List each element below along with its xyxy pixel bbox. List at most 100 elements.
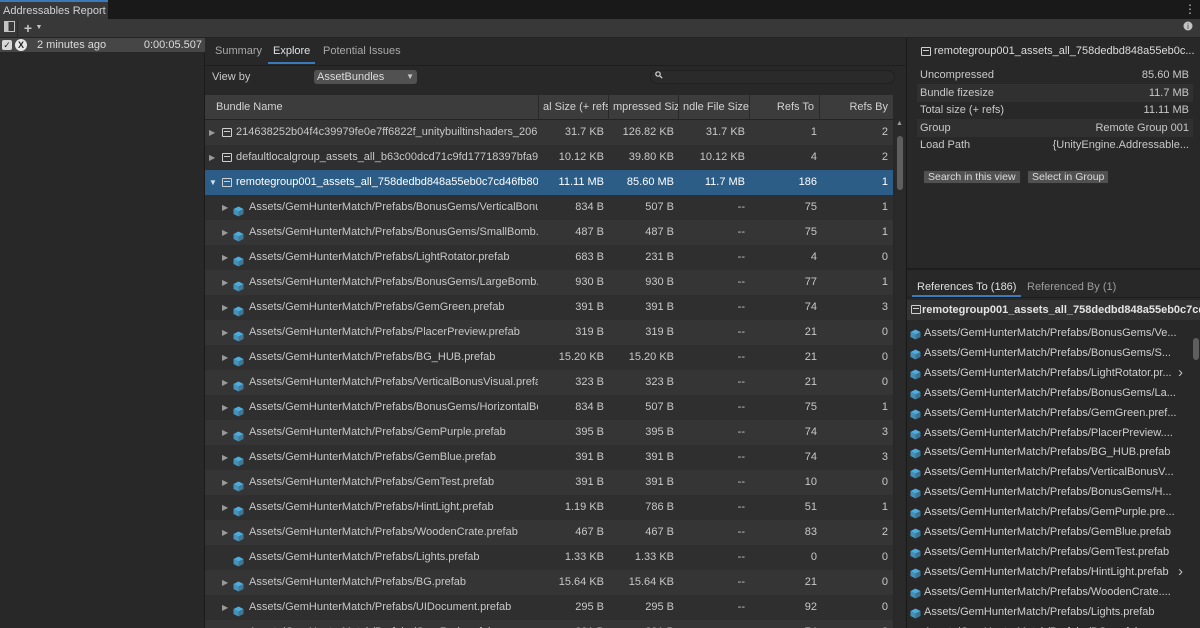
expand-arrow-right-icon[interactable]: ▶ xyxy=(209,145,215,170)
asset-row[interactable]: ▶ Assets/GemHunterMatch/Prefabs/BG_HUB.pr… xyxy=(205,345,893,370)
asset-row[interactable]: ▶ Assets/GemHunterMatch/Prefabs/GemGreen.… xyxy=(205,295,893,320)
expand-arrow-right-icon[interactable]: ▶ xyxy=(222,420,228,445)
tab-summary[interactable]: Summary xyxy=(210,44,267,64)
reference-list-item[interactable]: Assets/GemHunterMatch/Prefabs/VerticalBo… xyxy=(907,462,1189,482)
reference-list-item[interactable]: Assets/GemHunterMatch/Prefabs/PlacerPrev… xyxy=(907,423,1189,443)
sidebar-toggle-icon[interactable] xyxy=(2,21,16,35)
column-bundle-name[interactable]: Bundle Name xyxy=(205,95,539,120)
asset-row[interactable]: ▶ Assets/GemHunterMatch/Prefabs/HintLight… xyxy=(205,495,893,520)
tab-explore[interactable]: Explore xyxy=(268,44,316,64)
cell-name: Assets/GemHunterMatch/Prefabs/LightRotat… xyxy=(249,251,510,263)
chevron-right-icon[interactable]: › xyxy=(1178,562,1183,582)
cell-refs-to: 75 xyxy=(804,226,817,238)
reference-list-item[interactable]: Assets/GemHunterMatch/Prefabs/HintLight.… xyxy=(907,562,1189,582)
search-in-view-button[interactable]: Search in this view xyxy=(923,170,1021,184)
reference-list-item[interactable]: Assets/GemHunterMatch/Prefabs/LightRotat… xyxy=(907,363,1189,383)
asset-row[interactable]: Assets/GemHunterMatch/Prefabs/Lights.pre… xyxy=(205,545,893,570)
report-list-item[interactable]: ✓ X 2 minutes ago 0:00:05.507 xyxy=(0,38,205,52)
cell-refs-by: 1 xyxy=(881,201,888,213)
report-checkbox[interactable]: ✓ xyxy=(2,40,12,50)
expand-arrow-right-icon[interactable]: ▶ xyxy=(209,120,215,145)
reference-list-item[interactable]: Assets/GemHunterMatch/Prefabs/BG.prefab xyxy=(907,622,1189,628)
expand-arrow-right-icon[interactable]: ▶ xyxy=(222,195,228,220)
cell-refs-by: 2 xyxy=(881,526,888,538)
column-uncompressed-size[interactable]: mpressed Size xyxy=(609,95,679,120)
reference-list-item[interactable]: Assets/GemHunterMatch/Prefabs/GemBlue.pr… xyxy=(907,522,1189,542)
cell-uncompressed-size: 487 B xyxy=(645,226,674,238)
asset-row[interactable]: ▶ Assets/GemHunterMatch/Prefabs/VerticalB… xyxy=(205,370,893,395)
expand-arrow-right-icon[interactable]: ▶ xyxy=(222,445,228,470)
asset-row[interactable]: ▶ Assets/GemHunterMatch/Prefabs/BonusGems… xyxy=(205,270,893,295)
expand-arrow-right-icon[interactable]: ▶ xyxy=(222,395,228,420)
reference-list-item[interactable]: Assets/GemHunterMatch/Prefabs/BonusGems/… xyxy=(907,383,1189,403)
search-input[interactable] xyxy=(650,70,895,84)
expand-arrow-right-icon[interactable]: ▶ xyxy=(222,245,228,270)
add-dropdown-arrow-icon[interactable]: ▼ xyxy=(32,21,46,35)
asset-row[interactable]: ▶ Assets/GemHunterMatch/Prefabs/GemRed.pr… xyxy=(205,620,893,628)
report-time-ago: 2 minutes ago xyxy=(37,39,107,51)
expand-arrow-right-icon[interactable]: ▶ xyxy=(222,620,228,628)
tab-referenced-by[interactable]: Referenced By (1) xyxy=(1022,279,1121,297)
reference-list-item[interactable]: Assets/GemHunterMatch/Prefabs/BonusGems/… xyxy=(907,343,1189,363)
cell-name: 214638252b04f4c39979fe0e7ff6822f_unitybu… xyxy=(236,126,538,138)
view-by-dropdown[interactable]: AssetBundles ▼ xyxy=(314,70,417,84)
reference-list-item[interactable]: Assets/GemHunterMatch/Prefabs/GemGreen.p… xyxy=(907,403,1189,423)
help-icon[interactable]: i xyxy=(1181,21,1195,35)
reference-list-item[interactable]: Assets/GemHunterMatch/Prefabs/BonusGems/… xyxy=(907,482,1189,502)
scroll-up-arrow-icon[interactable]: ▲ xyxy=(896,120,903,127)
expand-arrow-right-icon[interactable]: ▶ xyxy=(222,520,228,545)
bundle-row[interactable]: ▶ defaultlocalgroup_assets_all_b63c00dcd7… xyxy=(205,145,893,170)
select-in-group-button[interactable]: Select in Group xyxy=(1027,170,1110,184)
reference-list-item[interactable]: Assets/GemHunterMatch/Prefabs/WoodenCrat… xyxy=(907,582,1189,602)
asset-row[interactable]: ▶ Assets/GemHunterMatch/Prefabs/GemBlue.p… xyxy=(205,445,893,470)
chevron-right-icon[interactable]: › xyxy=(1178,363,1183,383)
reference-list-item[interactable]: Assets/GemHunterMatch/Prefabs/GemTest.pr… xyxy=(907,542,1189,562)
kebab-menu-icon[interactable]: ⋮ xyxy=(1184,2,1196,16)
expand-arrow-right-icon[interactable]: ▶ xyxy=(222,595,228,620)
table-scrollbar-thumb[interactable] xyxy=(897,136,903,190)
table-scrollbar[interactable]: ▲ xyxy=(895,120,905,628)
expand-arrow-right-icon[interactable]: ▶ xyxy=(222,495,228,520)
asset-row[interactable]: ▶ Assets/GemHunterMatch/Prefabs/UIDocumen… xyxy=(205,595,893,620)
reference-list-item[interactable]: Assets/GemHunterMatch/Prefabs/BG_HUB.pre… xyxy=(907,442,1189,462)
expand-arrow-right-icon[interactable]: ▶ xyxy=(222,295,228,320)
reference-list-item[interactable]: Assets/GemHunterMatch/Prefabs/Lights.pre… xyxy=(907,602,1189,622)
cell-refs-to: 51 xyxy=(804,501,817,513)
column-bundle-file-size[interactable]: ndle File Size xyxy=(679,95,750,120)
detail-row-group: Group Remote Group 001 xyxy=(917,119,1193,137)
expand-arrow-down-icon[interactable]: ▼ xyxy=(209,170,217,195)
expand-arrow-right-icon[interactable]: ▶ xyxy=(222,470,228,495)
references-list: Assets/GemHunterMatch/Prefabs/BonusGems/… xyxy=(907,323,1191,628)
reference-tab-divider xyxy=(907,297,1200,298)
asset-row[interactable]: ▶ Assets/GemHunterMatch/Prefabs/PlacerPre… xyxy=(205,320,893,345)
cell-name: Assets/GemHunterMatch/Prefabs/GemPurple.… xyxy=(249,426,506,438)
close-circle-icon: X xyxy=(15,39,27,51)
column-refs-by[interactable]: Refs By xyxy=(820,95,893,120)
asset-row[interactable]: ▶ Assets/GemHunterMatch/Prefabs/WoodenCra… xyxy=(205,520,893,545)
references-scrollbar[interactable] xyxy=(1191,335,1200,628)
expand-arrow-right-icon[interactable]: ▶ xyxy=(222,270,228,295)
tab-potential-issues[interactable]: Potential Issues xyxy=(318,44,406,64)
asset-row[interactable]: ▶ Assets/GemHunterMatch/Prefabs/BG.prefab… xyxy=(205,570,893,595)
expand-arrow-right-icon[interactable]: ▶ xyxy=(222,370,228,395)
expand-arrow-right-icon[interactable]: ▶ xyxy=(222,345,228,370)
reference-list-item[interactable]: Assets/GemHunterMatch/Prefabs/BonusGems/… xyxy=(907,323,1189,343)
expand-arrow-right-icon[interactable]: ▶ xyxy=(222,220,228,245)
asset-row[interactable]: ▶ Assets/GemHunterMatch/Prefabs/GemPurple… xyxy=(205,420,893,445)
bundle-row[interactable]: ▼ remotegroup001_assets_all_758dedbd848a5… xyxy=(205,170,893,195)
expand-arrow-right-icon[interactable]: ▶ xyxy=(222,320,228,345)
tab-references-to[interactable]: References To (186) xyxy=(912,279,1022,297)
asset-row[interactable]: ▶ Assets/GemHunterMatch/Prefabs/GemTest.p… xyxy=(205,470,893,495)
reference-list-item[interactable]: Assets/GemHunterMatch/Prefabs/GemPurple.… xyxy=(907,502,1189,522)
view-by-label: View by xyxy=(212,71,251,83)
column-refs-to[interactable]: Refs To xyxy=(750,95,820,120)
asset-row[interactable]: ▶ Assets/GemHunterMatch/Prefabs/BonusGems… xyxy=(205,395,893,420)
asset-row[interactable]: ▶ Assets/GemHunterMatch/Prefabs/BonusGems… xyxy=(205,220,893,245)
asset-row[interactable]: ▶ Assets/GemHunterMatch/Prefabs/BonusGems… xyxy=(205,195,893,220)
bundle-row[interactable]: ▶ 214638252b04f4c39979fe0e7ff6822f_unityb… xyxy=(205,120,893,145)
window-tab-addressables-report[interactable]: Addressables Report xyxy=(0,0,108,19)
asset-row[interactable]: ▶ Assets/GemHunterMatch/Prefabs/LightRota… xyxy=(205,245,893,270)
expand-arrow-right-icon[interactable]: ▶ xyxy=(222,570,228,595)
column-total-size[interactable]: al Size (+ refs) xyxy=(539,95,609,120)
references-scrollbar-thumb[interactable] xyxy=(1193,338,1199,360)
